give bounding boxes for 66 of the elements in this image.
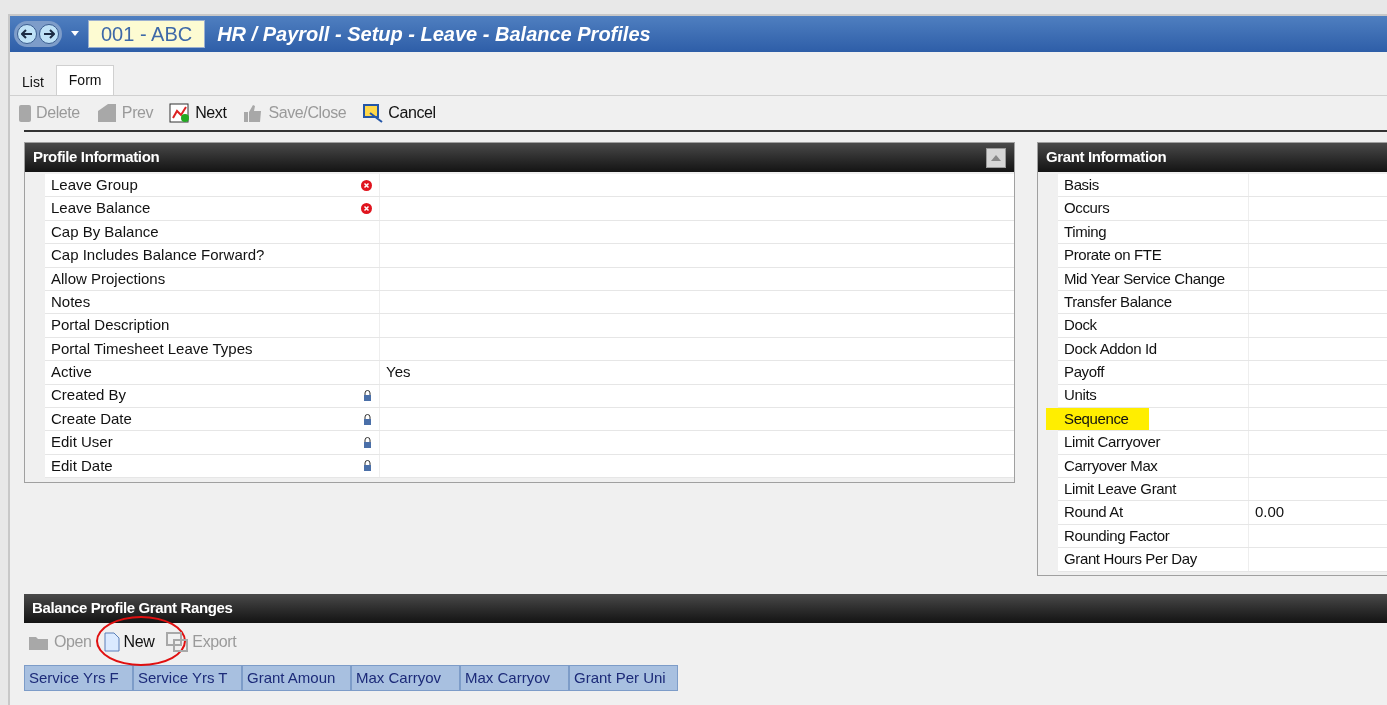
back-button[interactable] <box>17 24 37 44</box>
toolbar-button[interactable]: Next <box>169 101 227 125</box>
field-label: Portal Timesheet Leave Types <box>51 338 253 359</box>
column-header[interactable]: Service Yrs T <box>133 665 242 691</box>
lock-icon <box>363 460 372 472</box>
field-label: Round At <box>1064 502 1123 523</box>
field-label: Carryover Max <box>1064 455 1158 476</box>
field-label: Active <box>51 362 92 383</box>
field-label: Cap By Balance <box>51 221 159 242</box>
error-icon <box>361 179 372 191</box>
tab[interactable]: Form <box>55 65 115 95</box>
trash-icon <box>18 103 32 123</box>
error-icon <box>361 203 372 215</box>
field-label: Leave Group <box>51 174 138 195</box>
field-label: Cap Includes Balance Forward? <box>51 245 265 266</box>
toolbar-button[interactable]: Cancel <box>362 101 436 125</box>
field-label: Rounding Factor <box>1064 525 1170 546</box>
field-label: Limit Leave Grant <box>1064 479 1176 500</box>
lock-icon <box>363 413 372 425</box>
collapse-button[interactable] <box>986 147 1006 168</box>
field-label: Limit Carryover <box>1064 432 1161 453</box>
field-label: Occurs <box>1064 198 1110 219</box>
field-label: Transfer Balance <box>1064 291 1172 312</box>
dropdown-icon[interactable] <box>70 31 80 37</box>
spreadsheet-icon <box>166 632 189 652</box>
lock-icon <box>363 437 372 448</box>
field-label: Sequence <box>1046 407 1149 431</box>
forward-button[interactable] <box>39 24 59 44</box>
field-label: Timing <box>1064 221 1107 242</box>
column-header[interactable]: Service Yrs F <box>24 665 133 691</box>
field-label: Leave Balance <box>51 198 151 219</box>
field-label: Basis <box>1064 174 1099 195</box>
document-icon <box>103 632 120 652</box>
field-label: Mid Year Service Change <box>1064 268 1225 289</box>
panel-title: Profile Information <box>33 147 160 168</box>
panel-title: Balance Profile Grant Ranges <box>32 598 233 619</box>
field-label: Edit User <box>51 432 113 453</box>
left-arrow-icon <box>21 29 33 39</box>
field-label: Dock Addon Id <box>1064 338 1157 359</box>
column-header[interactable]: Max Carryov <box>351 665 460 691</box>
field-label: Prorate on FTE <box>1064 245 1162 266</box>
field-label: Dock <box>1064 315 1097 336</box>
panel-title: Grant Information <box>1046 147 1167 168</box>
field-label: Notes <box>51 291 91 312</box>
field-label: Create Date <box>51 408 132 429</box>
field-value[interactable]: 0.00 <box>1255 501 1285 524</box>
field-value[interactable]: Yes <box>386 361 411 384</box>
field-label: Grant Hours Per Day <box>1064 549 1197 570</box>
tab[interactable]: List <box>10 69 56 95</box>
window-title: HR / Payroll - Setup - Leave - Balance Profiles <box>217 22 651 47</box>
lock-icon <box>363 390 372 402</box>
column-header[interactable]: Grant Per Uni <box>569 665 678 691</box>
field-label: Units <box>1064 385 1097 406</box>
cancel-icon <box>362 103 385 123</box>
toolbar-button[interactable]: New <box>103 630 155 654</box>
column-header[interactable]: Grant Amoun <box>242 665 351 691</box>
field-label: Created By <box>51 385 127 406</box>
company-field[interactable]: 001 - ABC <box>88 20 206 48</box>
caret-icon <box>991 154 1001 161</box>
right-arrow-icon <box>43 29 55 39</box>
column-header[interactable]: Max Carryov <box>460 665 569 691</box>
field-label: Portal Description <box>51 315 170 336</box>
field-label: Allow Projections <box>51 268 166 289</box>
field-label: Edit Date <box>51 455 113 476</box>
field-label: Payoff <box>1064 362 1104 383</box>
chart-document-icon <box>169 103 192 123</box>
